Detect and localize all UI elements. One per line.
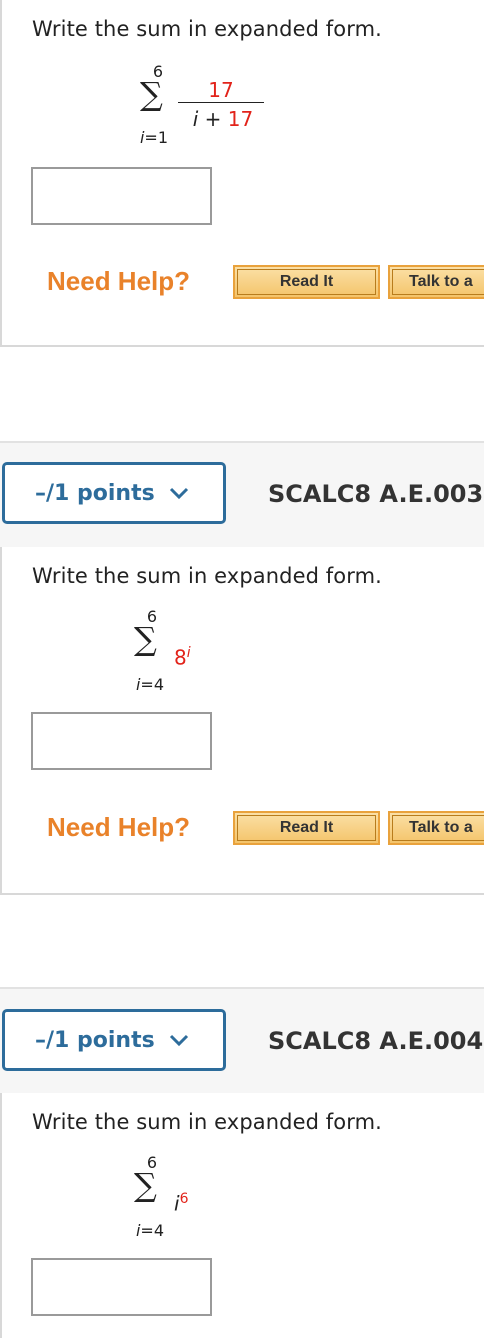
- fraction-denominator: i + 17: [192, 107, 254, 131]
- question-prompt: Write the sum in expanded form.: [32, 17, 382, 41]
- summand: i6: [174, 1191, 189, 1216]
- lower-limit: i=4: [135, 675, 165, 694]
- read-it-button[interactable]: Read It: [233, 265, 380, 299]
- lower-limit: i=1: [139, 128, 169, 147]
- talk-to-tutor-button[interactable]: Talk to a: [388, 811, 484, 845]
- question-code: SCALC8 A.E.004.: [268, 1027, 484, 1055]
- summand: 8i: [174, 645, 191, 670]
- summation-expression: 6 ∑ i=1 17 i + 17: [130, 60, 270, 150]
- need-help-label: Need Help?: [47, 812, 191, 842]
- divider: [0, 893, 484, 895]
- question-prompt: Write the sum in expanded form.: [32, 1110, 382, 1134]
- points-label: –/1 points: [35, 1027, 155, 1053]
- sigma-symbol: ∑: [134, 620, 157, 658]
- fraction-numerator: 17: [208, 78, 234, 102]
- question-2-panel: Write the sum in expanded form. 6 ∑ i=4 …: [0, 547, 484, 895]
- question-3-panel: Write the sum in expanded form. 6 ∑ i=4 …: [0, 1093, 484, 1338]
- answer-input[interactable]: [31, 1258, 212, 1316]
- talk-to-tutor-button[interactable]: Talk to a: [388, 265, 484, 299]
- fraction-bar: [178, 102, 264, 103]
- points-label: –/1 points: [35, 480, 155, 506]
- summation-expression: 6 ∑ i=4 8i: [130, 605, 230, 695]
- read-it-button[interactable]: Read It: [233, 811, 380, 845]
- question-code: SCALC8 A.E.003.: [268, 480, 484, 508]
- question-1-panel: Write the sum in expanded form. 6 ∑ i=1 …: [0, 0, 484, 347]
- summation-expression: 6 ∑ i=4 i6: [130, 1151, 230, 1241]
- answer-input[interactable]: [31, 167, 212, 225]
- sigma-symbol: ∑: [140, 75, 163, 113]
- chevron-down-icon: [169, 487, 188, 500]
- question-prompt: Write the sum in expanded form.: [32, 564, 382, 588]
- divider: [0, 345, 484, 347]
- need-help-label: Need Help?: [47, 266, 191, 296]
- points-dropdown[interactable]: –/1 points: [2, 462, 226, 524]
- lower-limit: i=4: [135, 1221, 165, 1240]
- points-dropdown[interactable]: –/1 points: [2, 1009, 226, 1071]
- answer-input[interactable]: [31, 712, 212, 770]
- chevron-down-icon: [169, 1034, 188, 1047]
- sigma-symbol: ∑: [134, 1166, 157, 1204]
